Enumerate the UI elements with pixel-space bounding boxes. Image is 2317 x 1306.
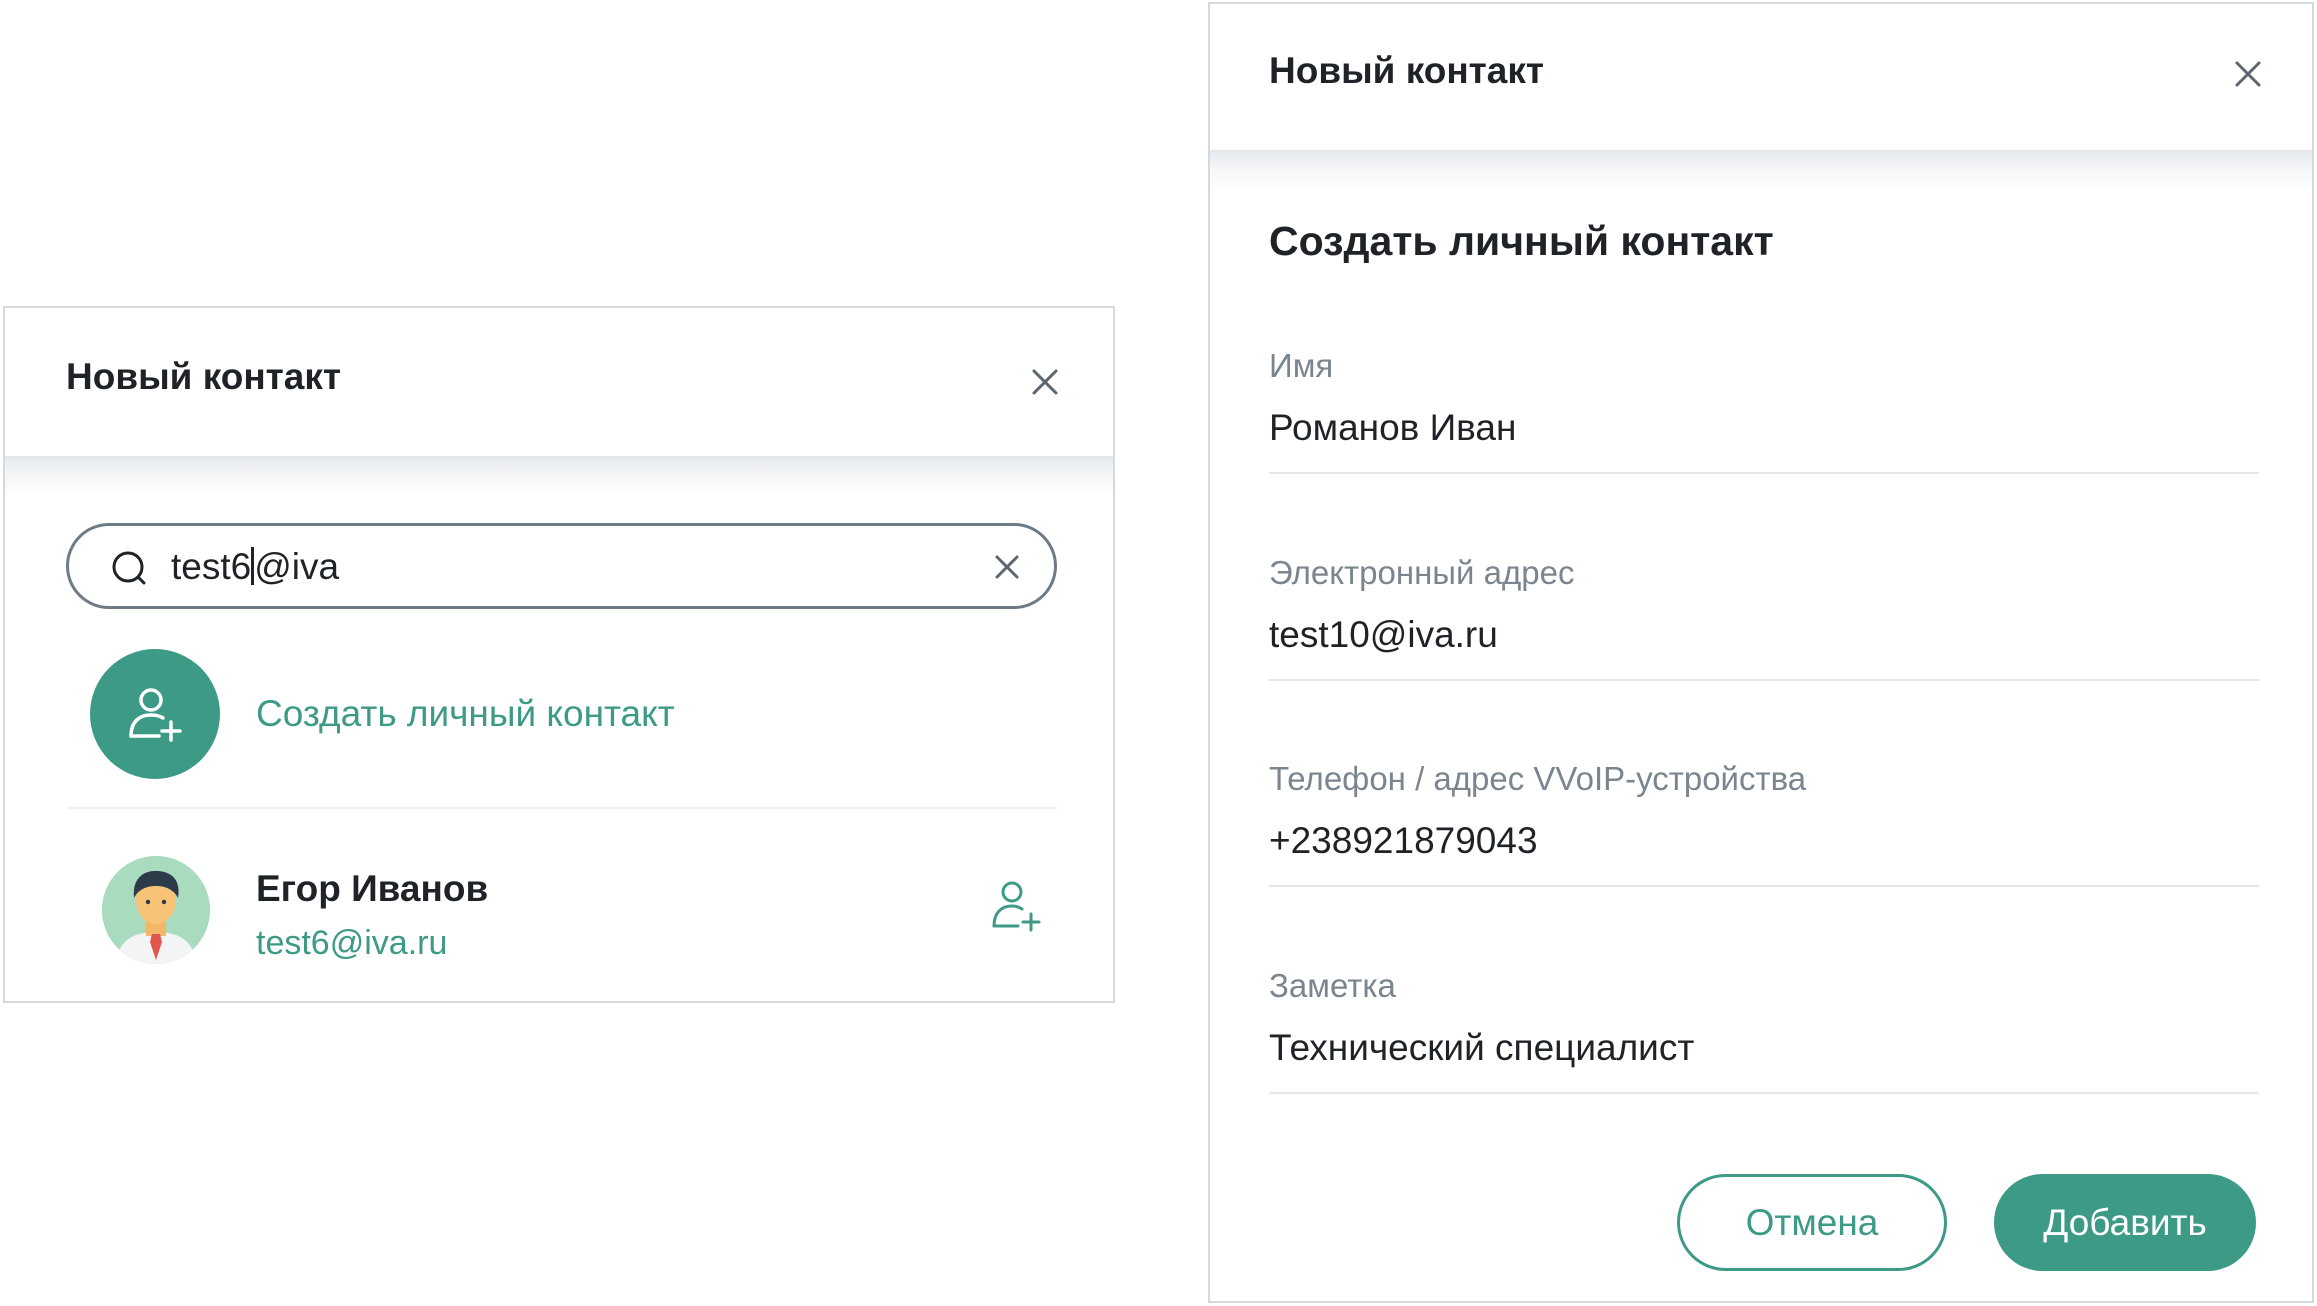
search-input[interactable]: test6@iva: [66, 523, 1057, 609]
field-underline: [1269, 472, 2259, 474]
search-value-after-caret: @iva: [254, 546, 340, 587]
search-value-before-caret: test6: [171, 546, 252, 587]
dialog-header: Новый контакт: [1210, 4, 2312, 151]
name-field[interactable]: Имя Романов Иван: [1269, 347, 2259, 477]
create-personal-contact-button[interactable]: Создать личный контакт: [85, 643, 1055, 783]
add-user-icon: [992, 881, 1041, 932]
add-user-icon: [129, 688, 182, 742]
header-shadow: [1210, 151, 2312, 191]
email-label: Электронный адрес: [1269, 554, 1575, 591]
new-contact-search-dialog: Новый контакт test6@iva Создать личный к…: [3, 306, 1115, 1003]
dialog-title: Новый контакт: [1269, 50, 1545, 91]
add-button[interactable]: Добавить: [1994, 1174, 2256, 1271]
phone-label: Телефон / адрес VVoIP-устройства: [1269, 760, 1807, 797]
clear-search-icon[interactable]: [991, 551, 1023, 583]
avatar-man-icon: [102, 856, 210, 964]
create-contact-circle: [90, 649, 220, 779]
field-underline: [1269, 1092, 2259, 1094]
email-value[interactable]: test10@iva.ru: [1269, 614, 1498, 656]
search-value[interactable]: test6@iva: [171, 546, 339, 588]
name-value[interactable]: Романов Иван: [1269, 407, 1516, 449]
dialog-header: Новый контакт: [5, 308, 1113, 457]
note-field[interactable]: Заметка Технический специалист: [1269, 967, 2259, 1097]
add-contact-button[interactable]: [988, 878, 1046, 936]
field-underline: [1269, 885, 2259, 887]
name-label: Имя: [1269, 347, 1334, 384]
phone-value[interactable]: +238921879043: [1269, 820, 1538, 862]
field-underline: [1269, 679, 2259, 681]
close-button[interactable]: [2228, 54, 2268, 94]
close-icon: [1032, 369, 1058, 395]
dialog-title: Новый контакт: [66, 356, 342, 397]
note-label: Заметка: [1269, 967, 1396, 1004]
close-button[interactable]: [1025, 362, 1065, 402]
avatar: [102, 856, 210, 964]
phone-field[interactable]: Телефон / адрес VVoIP-устройства +238921…: [1269, 760, 2259, 890]
close-icon: [2235, 61, 2261, 87]
section-title: Создать личный контакт: [1269, 218, 1774, 264]
search-result-row[interactable]: Егор Иванов test6@iva.ru: [66, 828, 1057, 988]
divider: [66, 807, 1057, 809]
cancel-button[interactable]: Отмена: [1677, 1174, 1947, 1271]
contact-email: test6@iva.ru: [256, 924, 448, 962]
search-icon: [112, 551, 146, 585]
note-value[interactable]: Технический специалист: [1269, 1027, 1694, 1069]
email-field[interactable]: Электронный адрес test10@iva.ru: [1269, 554, 2259, 684]
contact-name: Егор Иванов: [256, 868, 489, 909]
create-contact-label: Создать личный контакт: [256, 693, 675, 734]
header-shadow: [5, 457, 1113, 497]
create-contact-dialog: Новый контакт Создать личный контакт Имя…: [1208, 2, 2314, 1303]
